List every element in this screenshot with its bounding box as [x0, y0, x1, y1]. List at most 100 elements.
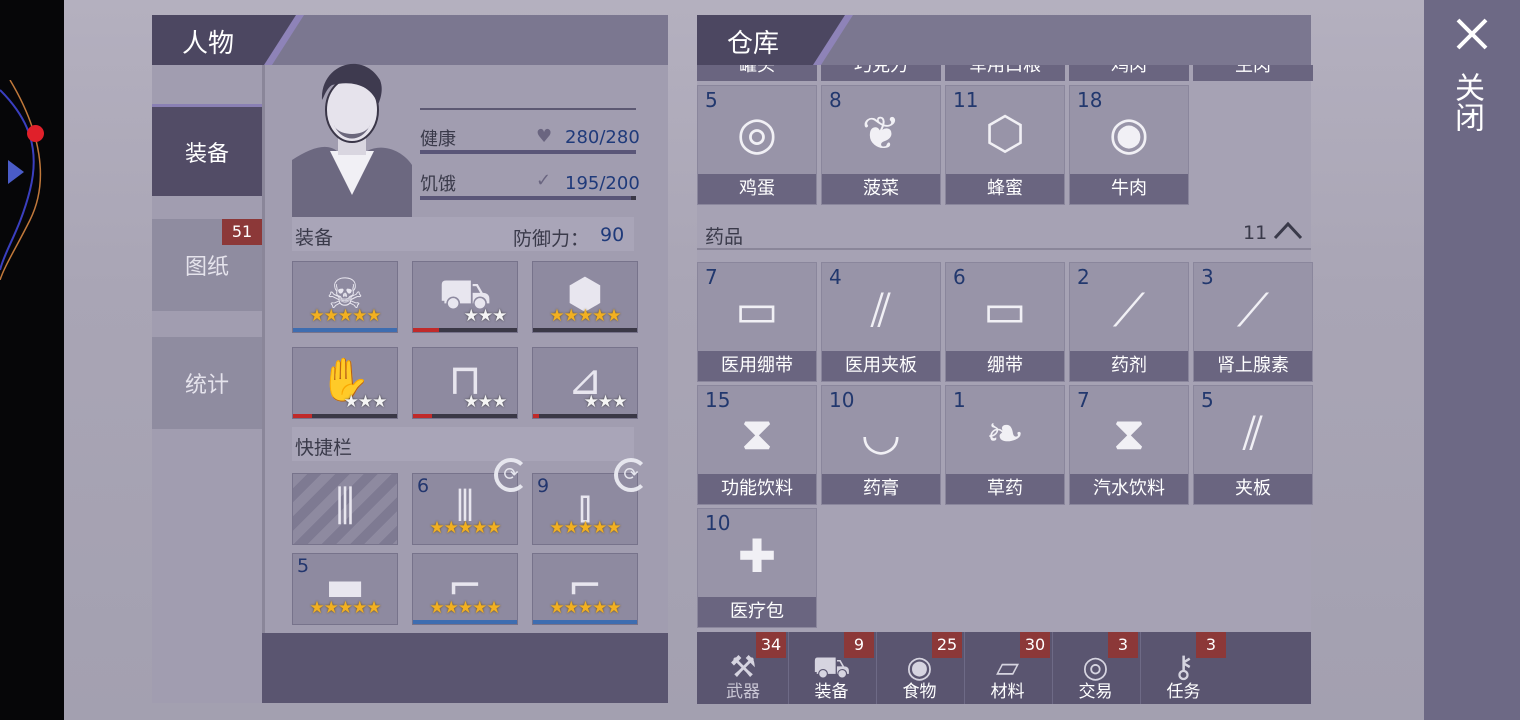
medicine-count: 11 [1243, 222, 1268, 244]
character-title: 人物 [182, 29, 235, 59]
tab-equipment-label: 装备 [184, 141, 229, 167]
device-edge [0, 0, 64, 720]
quickbar-slot[interactable]: ⌐ ★★★★★ [412, 553, 518, 625]
warehouse-item[interactable]: 6 ▭ 绷带 [945, 262, 1065, 382]
warehouse-item[interactable]: 2 ⟋ 药剂 [1069, 262, 1189, 382]
item-name: 绷带 [946, 351, 1064, 381]
medicine-section-label: 药品 [705, 226, 744, 248]
medical-bandage-icon: ▭ [735, 283, 779, 337]
durability-bar [413, 414, 517, 418]
durability-bar [293, 414, 397, 418]
item-name: 草药 [946, 474, 1064, 504]
category-badge: 25 [932, 632, 962, 658]
warehouse-item[interactable]: 10 ✚ 医疗包 [697, 508, 817, 628]
health-label: 健康 [420, 129, 456, 150]
warehouse-item[interactable]: 5 ⫽ 夹板 [1193, 385, 1313, 505]
partial-item-text: 罐头 [739, 65, 775, 76]
herb-icon: ❧ [985, 406, 1025, 460]
warehouse-item[interactable]: 10 ◡ 药膏 [821, 385, 941, 505]
medical-splint-icon: ⫽ [870, 283, 892, 337]
rating-stars: ★★★★★ [429, 598, 501, 618]
quickbar-slot[interactable]: ▬ 5 ★★★★★ [292, 553, 398, 625]
tab-blueprints-label: 图纸 [184, 255, 229, 280]
warehouse-item[interactable]: 18 ◉ 牛肉 [1069, 85, 1189, 205]
stomach-icon: ✓ [536, 170, 552, 191]
eggs-icon: ◎ [736, 106, 778, 160]
warehouse-header: 仓库 [697, 15, 1311, 65]
rating-stars: ★★★ [583, 392, 628, 412]
equipment-slot[interactable]: ⛟ ★★★ [412, 261, 518, 333]
warehouse-item[interactable]: 1 ❧ 草药 [945, 385, 1065, 505]
category-tab[interactable]: ⛟ 装备 9 [788, 632, 874, 704]
rating-stars: ★★★★★ [309, 306, 381, 326]
partial-item-label[interactable]: 军用口粮 [945, 65, 1065, 81]
rating-stars: ★★★★★ [549, 518, 621, 538]
stats-divider [420, 108, 636, 110]
rating-stars: ★★★★★ [429, 518, 501, 538]
character-portrait[interactable] [292, 55, 412, 217]
category-tab-label: 材料 [990, 682, 1025, 702]
quickbar-slot[interactable]: ⫼ [292, 473, 398, 545]
equipment-slot[interactable]: ✋ ★★★ [292, 347, 398, 419]
warehouse-item[interactable]: 4 ⫽ 医用夹板 [821, 262, 941, 382]
collapse-chevron-icon[interactable] [1273, 218, 1303, 240]
equipment-slot[interactable]: ☠ ★★★★★ [292, 261, 398, 333]
first-aid-kit-icon: ✚ [737, 529, 777, 583]
swap-ammo-icon[interactable]: ⟳ [494, 458, 528, 492]
equipment-section-label: 装备 [295, 227, 334, 249]
category-tab[interactable]: ▱ 材料 30 [964, 632, 1050, 704]
vial-icon: ⟋ [1112, 283, 1146, 337]
equipment-slot[interactable]: ⬢ ★★★★★ [532, 261, 638, 333]
partial-item-label[interactable]: 罐头 [697, 65, 817, 81]
close-icon[interactable] [1452, 14, 1492, 54]
item-name: 药膏 [822, 474, 940, 504]
category-tab[interactable]: ⚒ 武器 34 [700, 632, 786, 704]
warehouse-item[interactable]: 11 ⬡ 蜂蜜 [945, 85, 1065, 205]
warehouse-item[interactable]: 8 ❦ 菠菜 [821, 85, 941, 205]
equipment-slot[interactable]: ⊿ ★★★ [532, 347, 638, 419]
item-name: 医疗包 [698, 597, 816, 627]
category-tab[interactable]: ⚷ 任务 3 [1140, 632, 1226, 704]
swap-ammo-icon-2[interactable]: ⟳ [614, 458, 648, 492]
partial-item-text: 生肉 [1235, 65, 1271, 76]
equipment-slot[interactable]: ⊓ ★★★ [412, 347, 518, 419]
item-name: 牛肉 [1070, 174, 1188, 204]
side-arrow-icon[interactable] [8, 160, 24, 184]
partial-item-label[interactable]: 生肉 [1193, 65, 1313, 81]
item-name: 蜂蜜 [946, 174, 1064, 204]
mortar-icon: ◡ [860, 406, 902, 460]
category-badge: 30 [1020, 632, 1050, 658]
tab-statistics[interactable]: 统计 [152, 337, 262, 429]
heart-icon: ♥ [536, 126, 553, 147]
hunger-bar [420, 196, 636, 200]
category-tab[interactable]: ◉ 食物 25 [876, 632, 962, 704]
slot-count: 5 [297, 555, 310, 577]
category-badge: 34 [756, 632, 786, 658]
health-bar [420, 150, 636, 154]
partial-item-label[interactable]: 巧克力 [821, 65, 941, 81]
tab-equipment[interactable]: 装备 [152, 104, 262, 196]
partial-item-label[interactable]: 鸡肉 [1069, 65, 1189, 81]
character-footer [262, 633, 668, 703]
warehouse-item[interactable]: 5 ◎ 鸡蛋 [697, 85, 817, 205]
close-label[interactable]: 关闭 [1449, 72, 1488, 132]
quickbar-slot[interactable]: ⌐ ★★★★★ [532, 553, 638, 625]
honeycomb-icon: ⬡ [984, 106, 1026, 160]
warehouse-item[interactable]: 7 ▭ 医用绷带 [697, 262, 817, 382]
item-name: 菠菜 [822, 174, 940, 204]
warehouse-item[interactable]: 15 ⧗ 功能饮料 [697, 385, 817, 505]
blueprints-badge: 51 [222, 219, 262, 245]
splint-icon: ⫽ [1242, 406, 1264, 460]
item-name: 鸡蛋 [698, 174, 816, 204]
partial-item-text: 巧克力 [854, 65, 908, 76]
category-tab[interactable]: ◎ 交易 3 [1052, 632, 1138, 704]
warehouse-item[interactable]: 3 ⟋ 肾上腺素 [1193, 262, 1313, 382]
warehouse-item[interactable]: 7 ⧗ 汽水饮料 [1069, 385, 1189, 505]
warehouse-title: 仓库 [727, 29, 780, 59]
rating-stars: ★★★★★ [309, 598, 381, 618]
hunger-label: 饥饿 [420, 174, 456, 195]
category-tab-label: 交易 [1078, 682, 1113, 702]
health-value: 280/280 [565, 127, 640, 148]
syringe-icon: ⟋ [1236, 283, 1270, 337]
energy-drink-icon: ⧗ [740, 406, 774, 460]
